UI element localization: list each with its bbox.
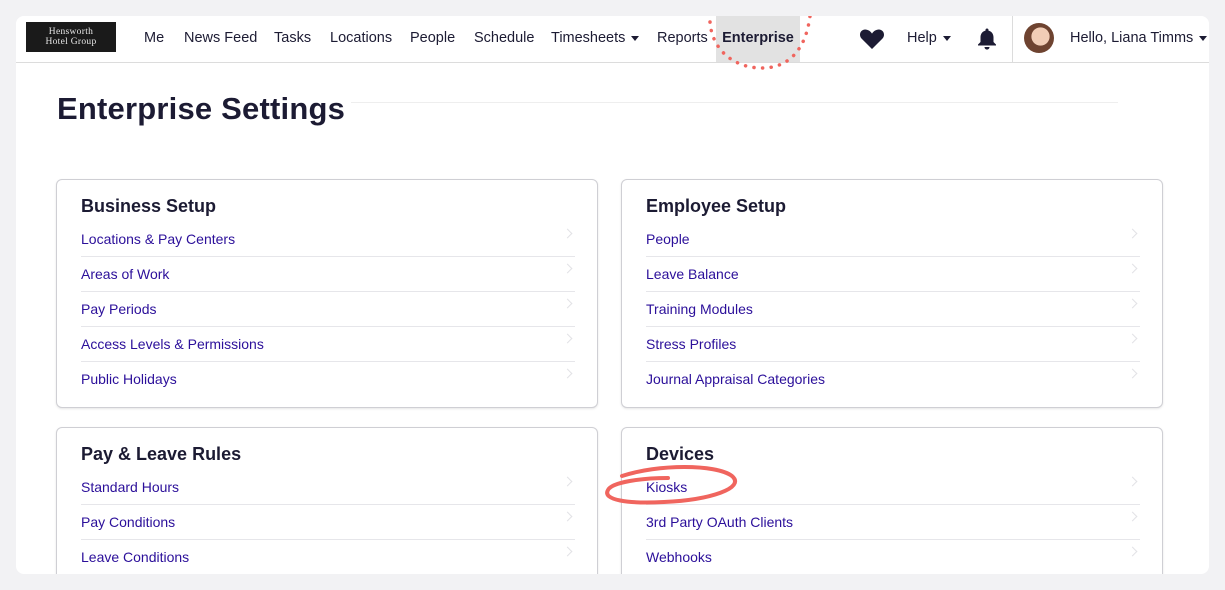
chevron-right-icon <box>562 476 573 487</box>
link-label: Public Holidays <box>81 371 177 387</box>
link-stress-profiles[interactable]: Stress Profiles <box>646 327 1140 362</box>
link-pay-conditions[interactable]: Pay Conditions <box>81 505 575 540</box>
user-greeting: Hello, Liana Timms <box>1070 30 1194 46</box>
link-label: Locations & Pay Centers <box>81 231 236 247</box>
caret-down-icon <box>1199 35 1208 41</box>
chevron-right-icon <box>1127 476 1138 487</box>
link-label: Journal Appraisal Categories <box>646 371 825 387</box>
link-3rd-party-oauth-clients[interactable]: 3rd Party OAuth Clients <box>646 505 1140 540</box>
chevron-right-icon <box>1127 511 1138 522</box>
chevron-right-icon <box>1127 298 1138 309</box>
nav-item-people[interactable]: People <box>410 16 455 62</box>
chevron-right-icon <box>562 263 573 274</box>
link-areas-of-work[interactable]: Areas of Work <box>81 257 575 292</box>
nav-item-timesheets[interactable]: Timesheets <box>551 16 640 62</box>
top-nav: Hensworth Hotel Group Me News Feed Tasks… <box>16 16 1209 63</box>
nav-divider <box>1012 16 1013 62</box>
link-locations-pay-centers[interactable]: Locations & Pay Centers <box>81 222 575 257</box>
card-employee-setup: Employee Setup People Leave Balance Trai… <box>621 179 1163 408</box>
nav-item-reports[interactable]: Reports <box>657 16 708 62</box>
link-label: Leave Conditions <box>81 549 190 565</box>
chevron-right-icon <box>562 228 573 239</box>
help-label: Help <box>907 30 937 46</box>
favorites-button[interactable] <box>859 16 885 62</box>
card-title: Pay & Leave Rules <box>81 444 242 464</box>
link-training-modules[interactable]: Training Modules <box>646 292 1140 327</box>
link-webhooks[interactable]: Webhooks <box>646 540 1140 574</box>
avatar[interactable] <box>1024 23 1054 53</box>
brand-line-1: Hensworth <box>48 27 94 37</box>
nav-item-tasks[interactable]: Tasks <box>274 16 311 62</box>
bell-icon <box>978 28 996 50</box>
nav-item-schedule[interactable]: Schedule <box>474 16 534 62</box>
nav-item-timesheets-label: Timesheets <box>551 30 626 46</box>
chevron-right-icon <box>562 298 573 309</box>
nav-item-locations[interactable]: Locations <box>330 16 392 62</box>
link-label: Leave Balance <box>646 266 739 282</box>
brand-line-2: Hotel Group <box>45 37 97 47</box>
link-label: Kiosks <box>646 479 688 495</box>
brand-logo[interactable]: Hensworth Hotel Group <box>26 22 116 52</box>
link-label: Stress Profiles <box>646 336 737 352</box>
link-label: Webhooks <box>646 549 712 565</box>
card-devices: Devices Kiosks 3rd Party OAuth Clients W… <box>621 427 1163 574</box>
help-menu[interactable]: Help <box>907 16 951 62</box>
chevron-right-icon <box>562 546 573 557</box>
title-divider <box>351 102 1118 103</box>
link-standard-hours[interactable]: Standard Hours <box>81 470 575 505</box>
chevron-right-icon <box>562 333 573 344</box>
link-label: Standard Hours <box>81 479 180 495</box>
link-label: Areas of Work <box>81 266 170 282</box>
chevron-right-icon <box>1127 263 1138 274</box>
chevron-right-icon <box>562 368 573 379</box>
chevron-right-icon <box>1127 228 1138 239</box>
link-label: Training Modules <box>646 301 753 317</box>
link-label: Pay Periods <box>81 301 157 317</box>
app-window: Hensworth Hotel Group Me News Feed Tasks… <box>16 16 1209 574</box>
card-business-setup: Business Setup Locations & Pay Centers A… <box>56 179 598 408</box>
caret-down-icon <box>631 35 640 41</box>
link-access-levels-permissions[interactable]: Access Levels & Permissions <box>81 327 575 362</box>
chevron-right-icon <box>1127 546 1138 557</box>
user-menu[interactable]: Hello, Liana Timms <box>1070 16 1208 62</box>
card-pay-leave-rules: Pay & Leave Rules Standard Hours Pay Con… <box>56 427 598 574</box>
card-title: Devices <box>646 444 715 464</box>
link-leave-conditions[interactable]: Leave Conditions <box>81 540 575 574</box>
caret-down-icon <box>942 35 951 41</box>
link-kiosks[interactable]: Kiosks <box>646 470 1140 505</box>
heart-icon <box>859 29 885 49</box>
link-label: People <box>646 231 690 247</box>
card-title: Business Setup <box>81 196 217 216</box>
card-title: Employee Setup <box>646 196 787 216</box>
link-pay-periods[interactable]: Pay Periods <box>81 292 575 327</box>
chevron-right-icon <box>1127 333 1138 344</box>
link-label: Pay Conditions <box>81 514 176 530</box>
nav-item-enterprise[interactable]: Enterprise <box>716 16 800 62</box>
link-leave-balance[interactable]: Leave Balance <box>646 257 1140 292</box>
link-public-holidays[interactable]: Public Holidays <box>81 362 575 397</box>
link-label: 3rd Party OAuth Clients <box>646 514 794 530</box>
link-journal-appraisal-categories[interactable]: Journal Appraisal Categories <box>646 362 1140 397</box>
nav-item-news-feed[interactable]: News Feed <box>184 16 257 62</box>
link-people[interactable]: People <box>646 222 1140 257</box>
link-label: Access Levels & Permissions <box>81 336 264 352</box>
chevron-right-icon <box>562 511 573 522</box>
nav-item-me[interactable]: Me <box>144 16 164 62</box>
page-title: Enterprise Settings <box>57 91 346 126</box>
notifications-button[interactable] <box>977 16 997 62</box>
chevron-right-icon <box>1127 368 1138 379</box>
